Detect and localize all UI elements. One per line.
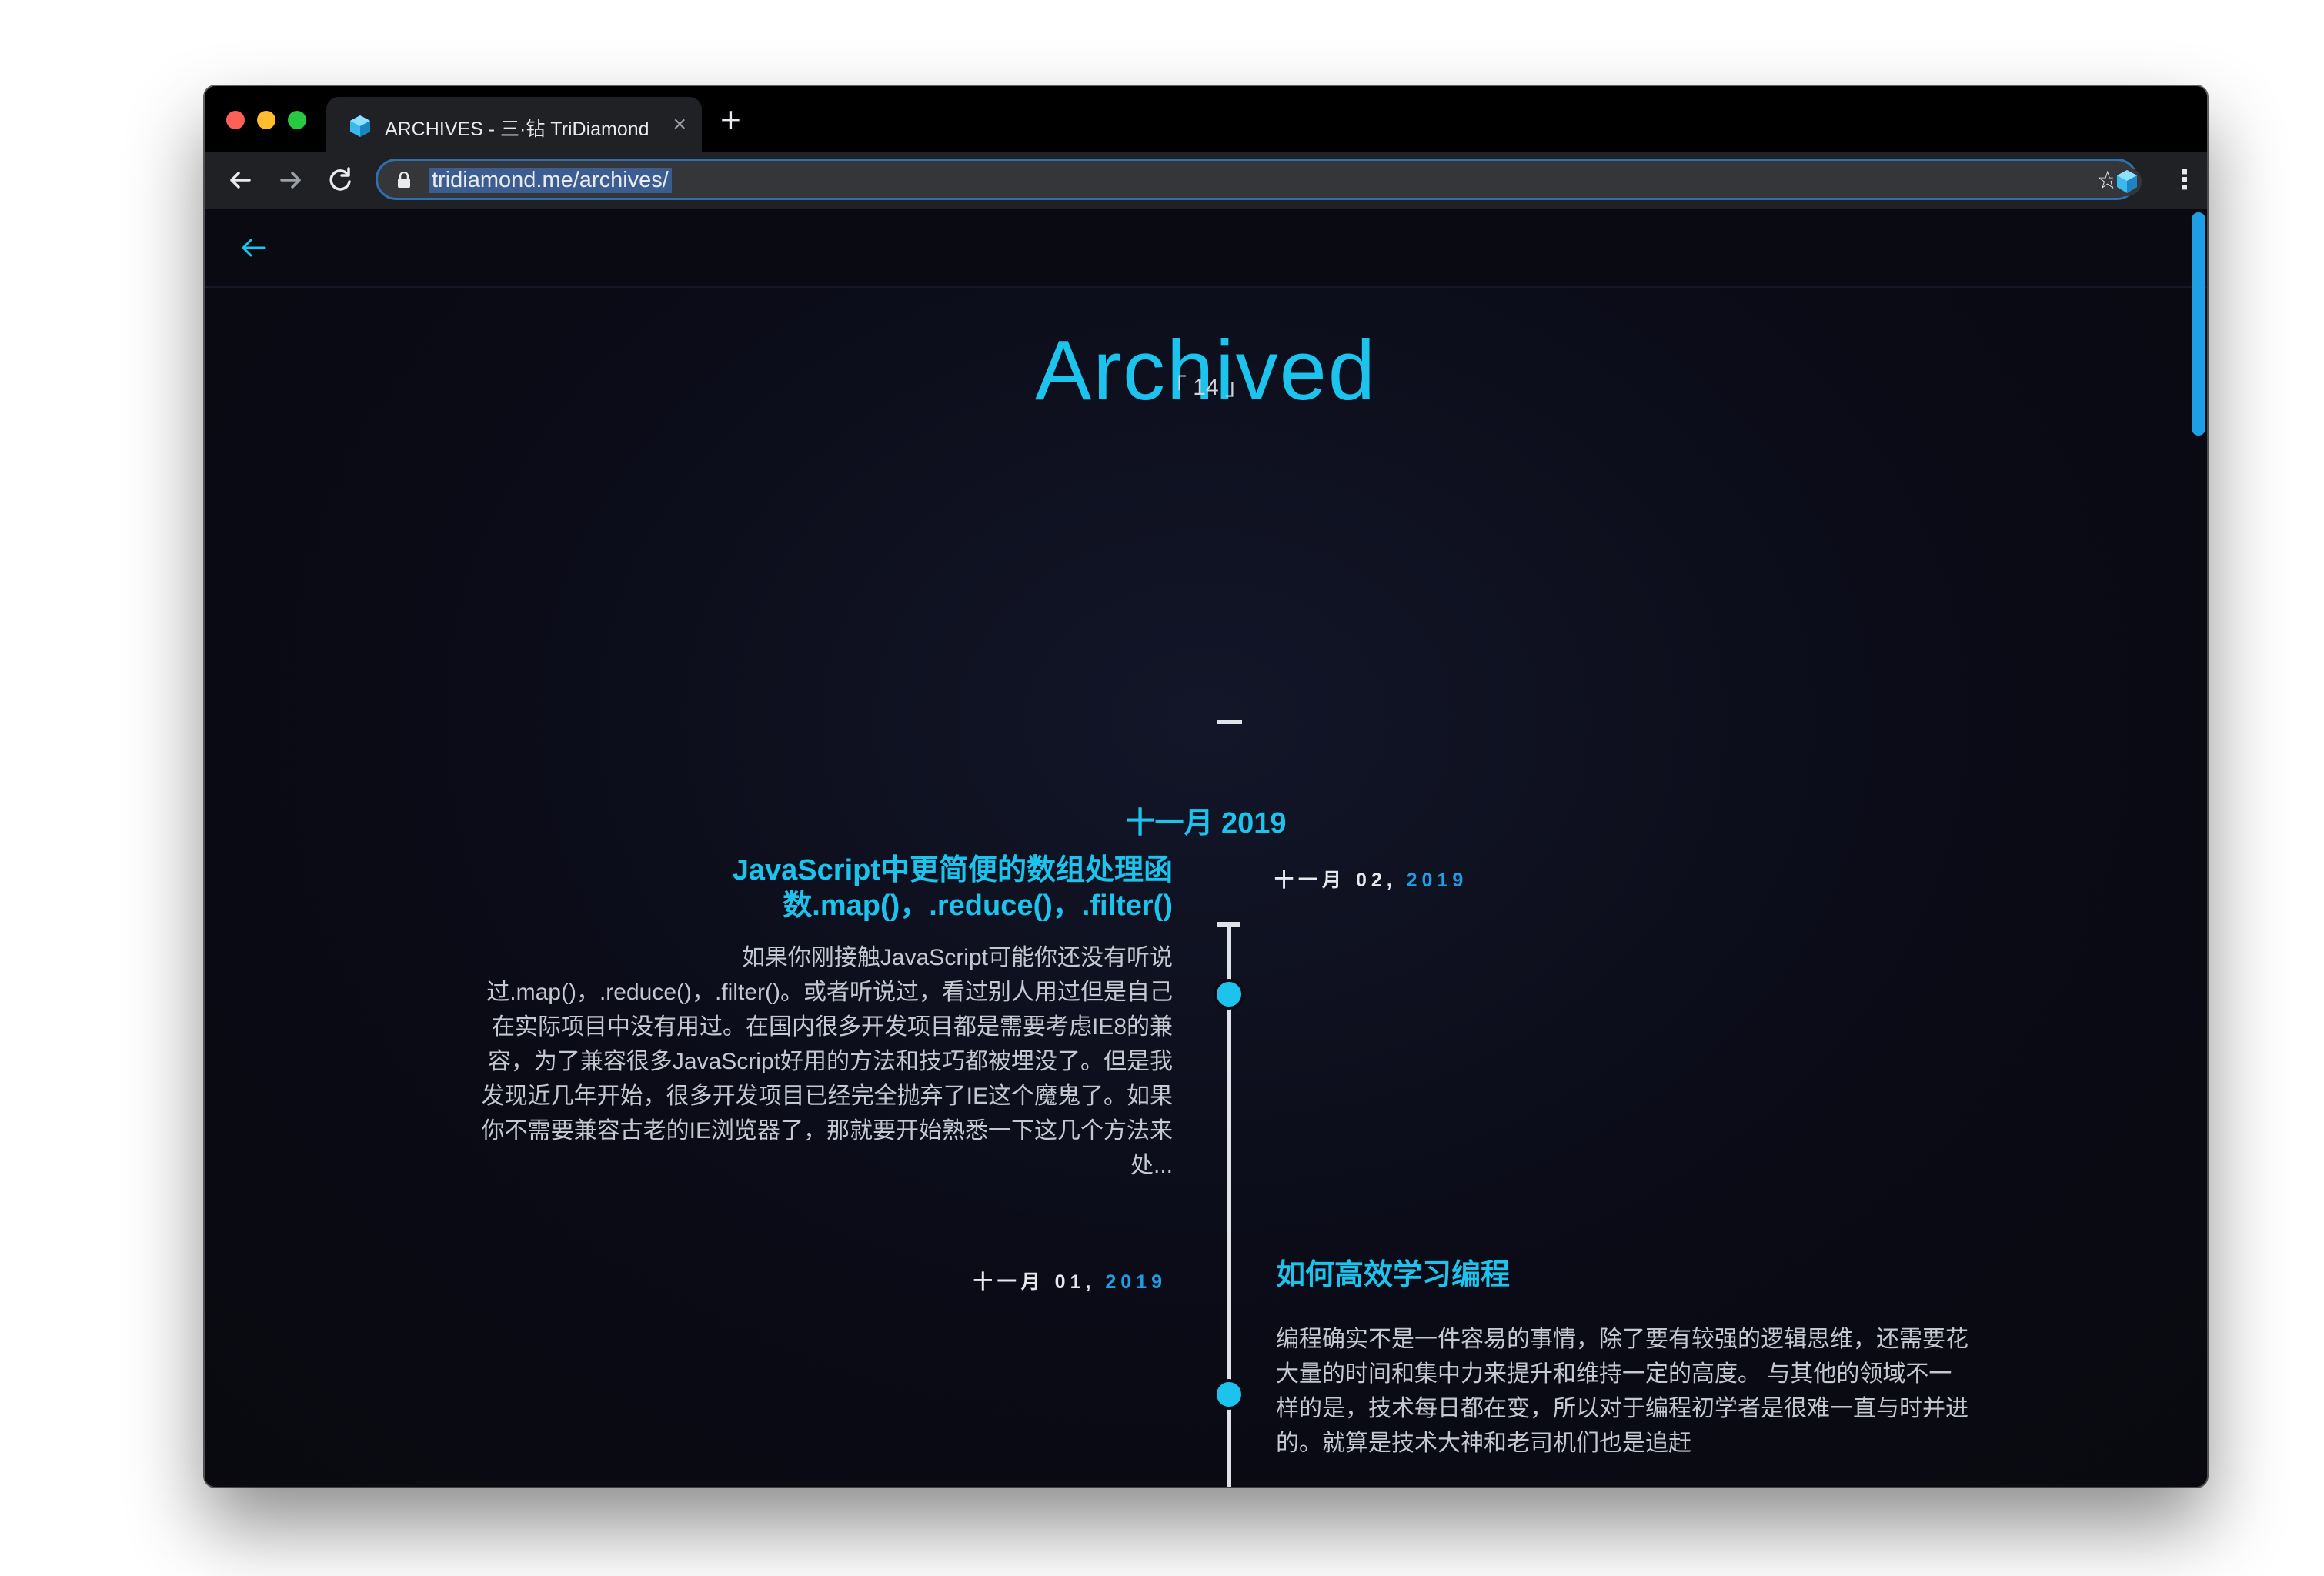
close-window-button[interactable] — [226, 111, 245, 129]
tab-strip: ARCHIVES - 三·钻 TriDiamond × + — [205, 86, 2207, 152]
browser-forward-button[interactable] — [274, 163, 308, 197]
arrow-left-icon — [230, 172, 251, 189]
post-excerpt: 编程确实不是一件容易的事情，除了要有较强的逻辑思维，还需要花大量的时间和集中力来… — [1276, 1327, 1968, 1456]
browser-reload-button[interactable] — [323, 163, 357, 197]
timeline-dot — [1214, 979, 1244, 1010]
new-tab-button[interactable]: + — [720, 102, 741, 137]
post-date-prefix: 十一月 02, — [1274, 870, 1397, 891]
post-title-link[interactable]: 如何高效学习编程 — [1276, 1257, 1510, 1293]
browser-tab[interactable]: ARCHIVES - 三·钻 TriDiamond × — [326, 97, 702, 152]
post-date: 十一月 01, 2019 — [973, 1267, 1167, 1294]
reload-icon — [329, 167, 351, 191]
post-date-year: 2019 — [1396, 870, 1468, 891]
address-bar[interactable]: tridiamond.me/archives/ ☆ — [376, 159, 2138, 200]
tab-close-icon[interactable]: × — [673, 111, 686, 139]
minimize-window-button[interactable] — [257, 111, 275, 129]
archive-month-heading: 十一月 2019 — [1125, 807, 1287, 840]
browser-back-button[interactable] — [223, 163, 257, 197]
arrow-right-icon — [280, 172, 301, 189]
browser-window: ARCHIVES - 三·钻 TriDiamond × + tridiamond… — [205, 86, 2207, 1487]
post-date-year: 2019 — [1095, 1271, 1167, 1293]
timeline-dot — [1214, 1379, 1244, 1410]
tab-title: ARCHIVES - 三·钻 TriDiamond — [385, 119, 649, 140]
maximize-window-button[interactable] — [288, 111, 306, 129]
lock-icon — [398, 172, 410, 188]
diamond-favicon-icon — [350, 115, 370, 137]
page-content: Archived 「 14 」 十一月 2019 JavaScript中更简便的… — [205, 209, 2207, 1487]
extension-diamond-icon[interactable] — [2112, 166, 2142, 197]
url-text[interactable]: tridiamond.me/archives/ — [429, 168, 672, 193]
post-title-link[interactable]: JavaScript中更简便的数组处理函数.map()，.reduce()，.f… — [696, 853, 1173, 923]
post-date-prefix: 十一月 01, — [973, 1271, 1096, 1293]
post-date: 十一月 02, 2019 — [1274, 865, 1468, 893]
browser-menu-icon[interactable]: ⋮ — [2172, 165, 2198, 195]
post-excerpt: 如果你刚接触JavaScript可能你还没有听说过.map()，.reduce(… — [481, 945, 1173, 1178]
post-count: 「 14 」 — [1163, 375, 1249, 400]
browser-toolbar: tridiamond.me/archives/ ☆ ⋮ — [205, 152, 2207, 209]
back-arrow-icon[interactable] — [237, 226, 269, 269]
site-header — [205, 209, 2207, 288]
divider-dash — [1217, 720, 1242, 724]
